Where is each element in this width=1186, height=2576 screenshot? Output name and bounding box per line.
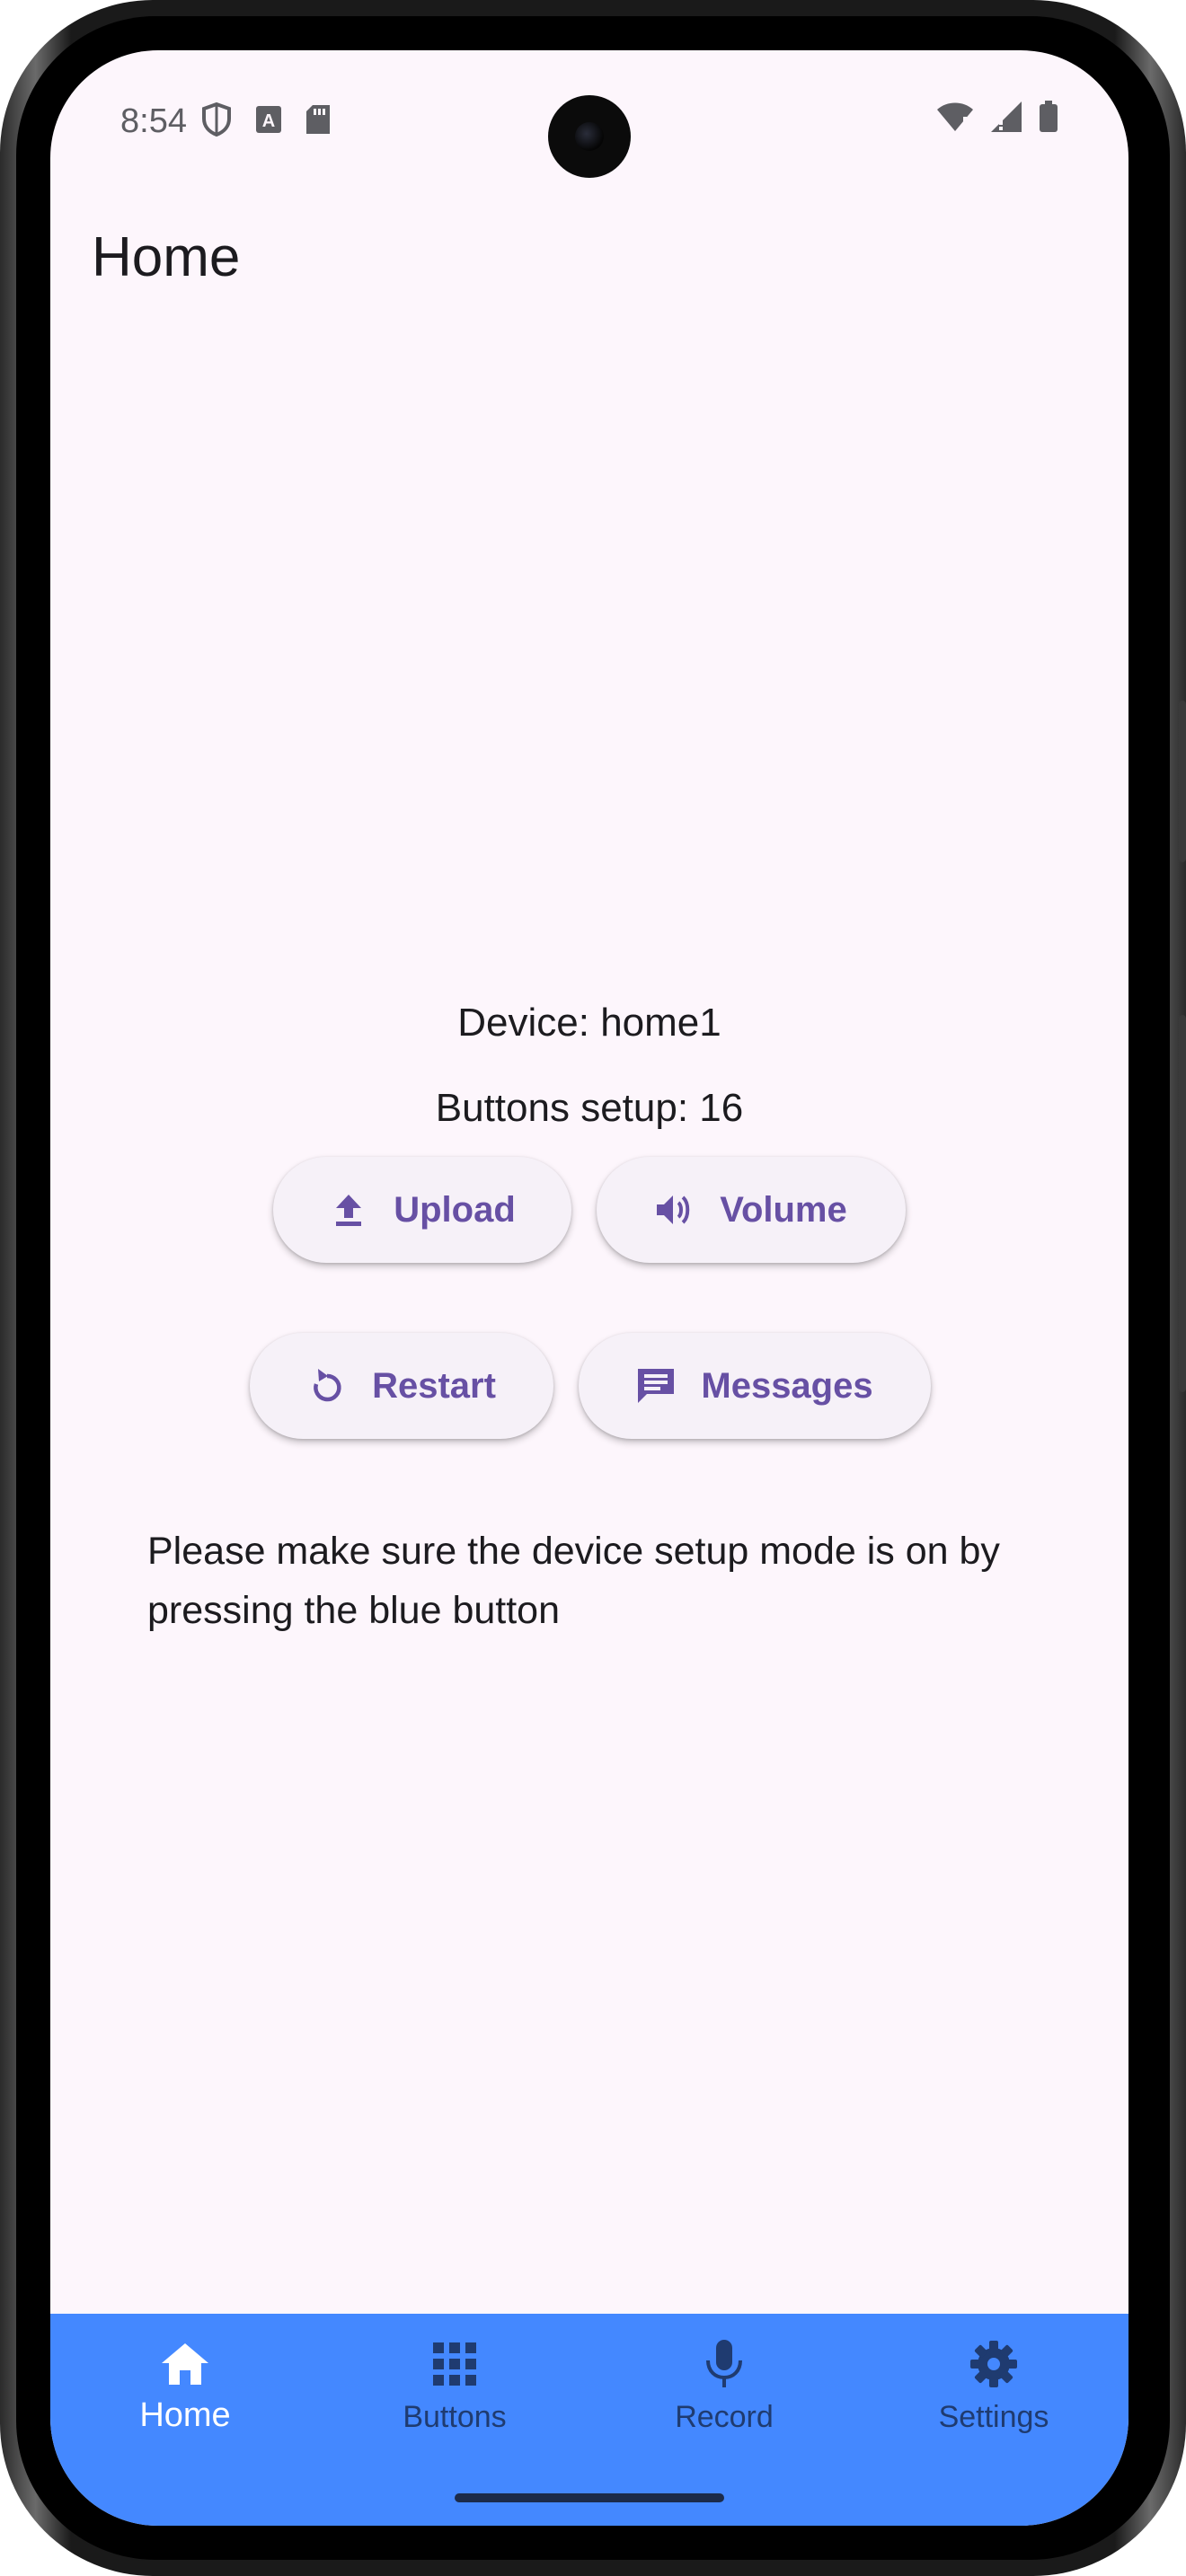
home-icon xyxy=(158,2337,212,2391)
power-button xyxy=(1179,701,1186,862)
upload-icon xyxy=(329,1190,368,1230)
page-title: Home xyxy=(92,226,241,288)
messages-button[interactable]: Messages xyxy=(579,1333,931,1439)
front-camera xyxy=(548,95,631,178)
volume-label: Volume xyxy=(720,1189,847,1230)
svg-text:A: A xyxy=(262,111,275,131)
status-icons-left: A xyxy=(201,101,331,141)
signal-alert-icon xyxy=(990,101,1022,137)
upload-button[interactable]: Upload xyxy=(273,1157,571,1263)
nav-item-record[interactable]: Record xyxy=(589,2314,859,2475)
restart-label: Restart xyxy=(372,1365,496,1406)
nav-item-settings[interactable]: Settings xyxy=(859,2314,1128,2475)
volume-button[interactable]: Volume xyxy=(597,1157,906,1263)
status-time: 8:54 xyxy=(120,102,187,140)
nav-label-record: Record xyxy=(675,2400,774,2434)
home-indicator[interactable] xyxy=(455,2493,724,2502)
nav-label-buttons: Buttons xyxy=(403,2400,507,2434)
message-icon xyxy=(636,1366,676,1406)
setup-hint: Please make sure the device setup mode i… xyxy=(147,1530,1000,1632)
nav-item-buttons[interactable]: Buttons xyxy=(320,2314,589,2475)
volume-button xyxy=(1179,1015,1186,1392)
sd-card-icon xyxy=(305,104,331,139)
nav-label-settings: Settings xyxy=(938,2400,1049,2434)
mic-icon xyxy=(697,2337,751,2391)
screen: 8:54 A Home Device: home1 Buttons setup:… xyxy=(50,50,1128,2526)
nav-item-home[interactable]: Home xyxy=(50,2314,320,2475)
upload-label: Upload xyxy=(394,1189,516,1230)
bottom-nav: Home Buttons Record Settings xyxy=(50,2314,1128,2526)
volume-icon xyxy=(655,1190,695,1230)
shield-icon xyxy=(201,101,232,141)
grid-icon xyxy=(428,2337,482,2391)
buttons-setup-label: Buttons setup: 16 xyxy=(435,1086,744,1130)
device-label: Device: home1 xyxy=(457,1001,721,1045)
battery-icon xyxy=(1039,101,1058,137)
messages-label: Messages xyxy=(701,1365,873,1406)
text-a-icon: A xyxy=(255,105,282,138)
restart-icon xyxy=(307,1366,347,1406)
gear-icon xyxy=(967,2337,1021,2391)
status-icons-right xyxy=(936,101,1058,137)
nav-label-home: Home xyxy=(139,2396,231,2434)
restart-button[interactable]: Restart xyxy=(250,1333,553,1439)
wifi-alert-icon xyxy=(936,101,974,137)
